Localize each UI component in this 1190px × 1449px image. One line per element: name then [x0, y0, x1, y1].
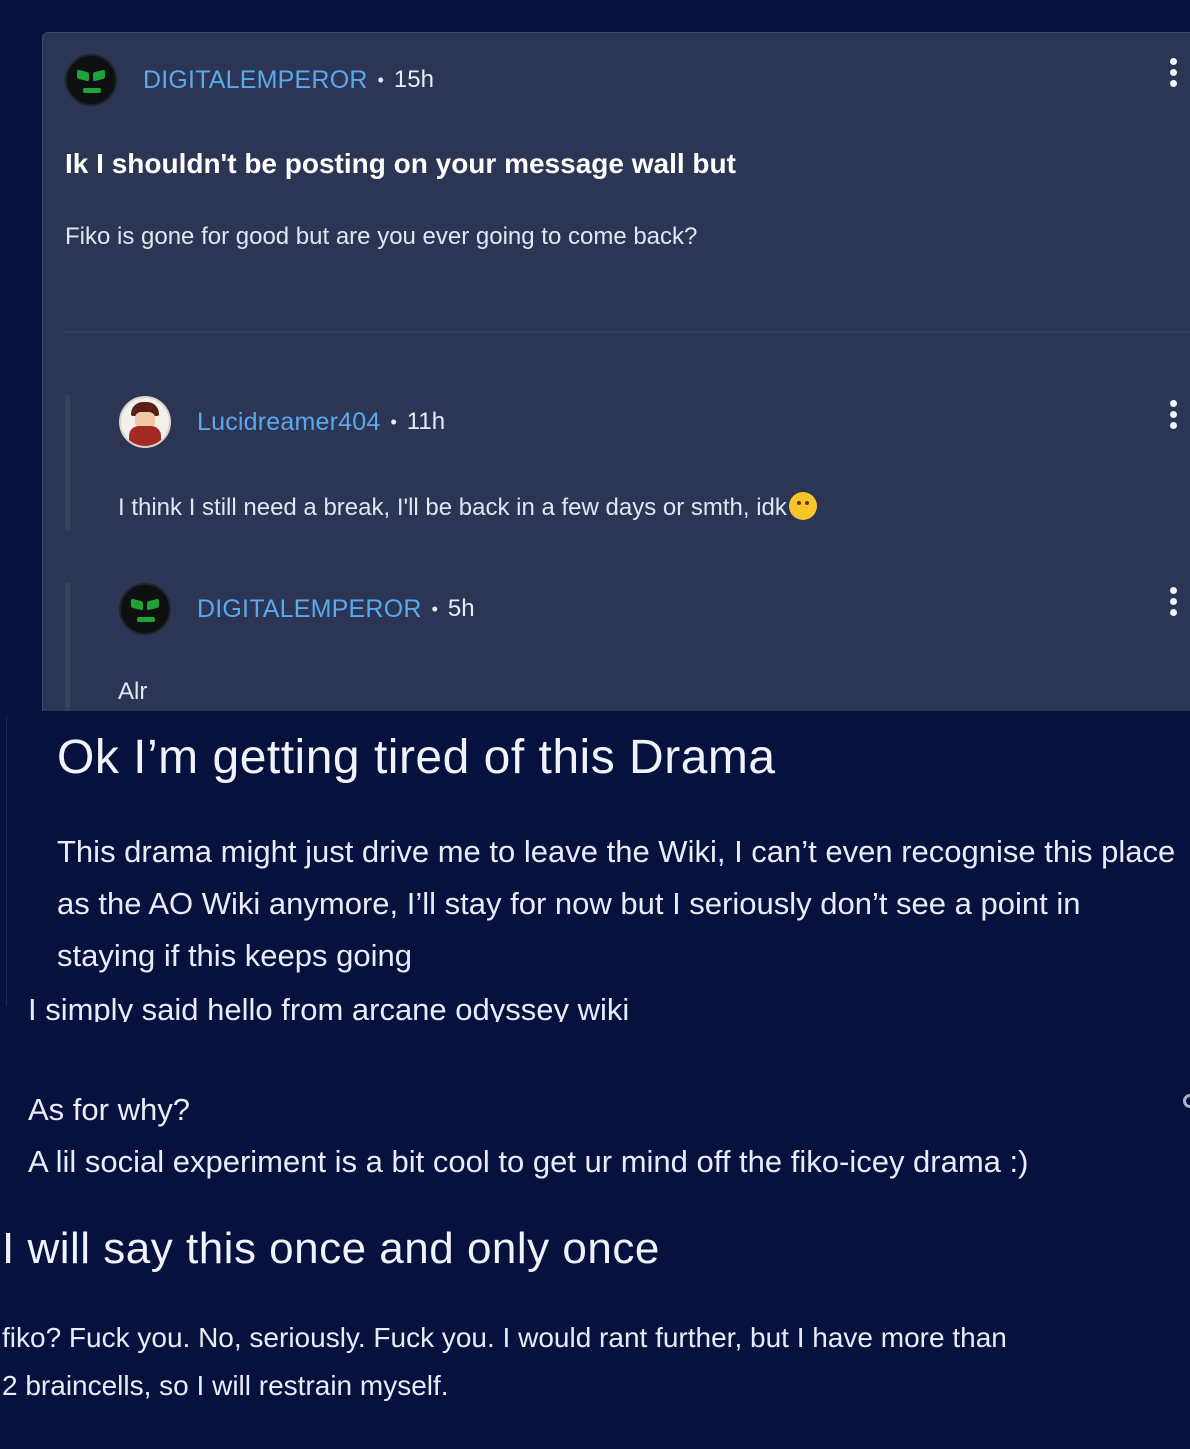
ring-icon [1183, 1094, 1190, 1108]
cut-off-text-content: I simply said hello from arcane odyssey … [28, 992, 630, 1022]
post-body: fiko? Fuck you. No, seriously. Fuck you.… [2, 1314, 1102, 1410]
avatar[interactable] [65, 54, 117, 106]
avatar-eye [77, 69, 89, 82]
worried-face-icon [788, 492, 817, 520]
avatar-mouth [83, 88, 101, 93]
post-body-line: 2 braincells, so I will restrain myself. [2, 1370, 449, 1401]
post-author-link[interactable]: DIGITALEMPEROR [143, 66, 368, 95]
reply-timestamp: 5h [447, 595, 475, 622]
reply-header: DIGITALEMPEROR • 5h [119, 583, 475, 635]
post-body: This drama might just drive me to leave … [57, 826, 1190, 982]
more-options-icon[interactable] [1168, 58, 1178, 87]
reply-author-link[interactable]: Lucidreamer404 [197, 408, 380, 437]
separator-dot: • [431, 598, 438, 619]
divider [6, 716, 7, 1006]
more-options-icon[interactable] [1168, 400, 1178, 429]
post-body-line: This drama might just drive me to leave … [57, 834, 1176, 869]
reply-header: Lucidreamer404 • 11h [119, 396, 445, 448]
avatar[interactable] [119, 583, 171, 635]
reply-text: I think I still need a break, I'll be ba… [118, 492, 817, 522]
post-body-line: A lil social experiment is a bit cool to… [28, 1144, 1029, 1179]
post-body: Fiko is gone for good but are you ever g… [65, 223, 698, 250]
avatar-body [129, 426, 161, 446]
post-body-line: fiko? Fuck you. No, seriously. Fuck you.… [2, 1322, 1007, 1353]
post-body-line: staying if this keeps going [57, 938, 412, 973]
post-timestamp: 15h [393, 66, 434, 93]
reply-indent-bar [65, 583, 70, 711]
avatar-eye [131, 598, 143, 611]
post-body-line: As for why? [28, 1092, 190, 1127]
message-wall-thread: DIGITALEMPEROR • 15h Ik I shouldn't be p… [42, 32, 1190, 711]
avatar-eye [147, 598, 159, 611]
post-title: Ik I shouldn't be posting on your messag… [65, 148, 736, 179]
reply-text: Alr [118, 678, 148, 705]
post-title: Ok I’m getting tired of this Drama [57, 731, 776, 784]
avatar[interactable] [119, 396, 171, 448]
reply-author-link[interactable]: DIGITALEMPEROR [197, 595, 422, 624]
more-options-icon[interactable] [1168, 587, 1178, 616]
reply-text-content: I think I still need a break, I'll be ba… [118, 494, 787, 521]
reply-indent-bar [65, 395, 70, 531]
divider [65, 331, 1190, 333]
post-title: I will say this once and only once [2, 1224, 660, 1273]
separator-dot: • [390, 411, 397, 432]
post-body-line: as the AO Wiki anymore, I’ll stay for no… [57, 886, 1081, 921]
reply-timestamp: 11h [406, 408, 446, 435]
cut-off-text: I simply said hello from arcane odyssey … [28, 986, 668, 1022]
avatar-eye [93, 69, 105, 82]
avatar-mouth [137, 617, 155, 622]
post-header: DIGITALEMPEROR • 15h [65, 54, 434, 106]
separator-dot: • [377, 69, 384, 90]
